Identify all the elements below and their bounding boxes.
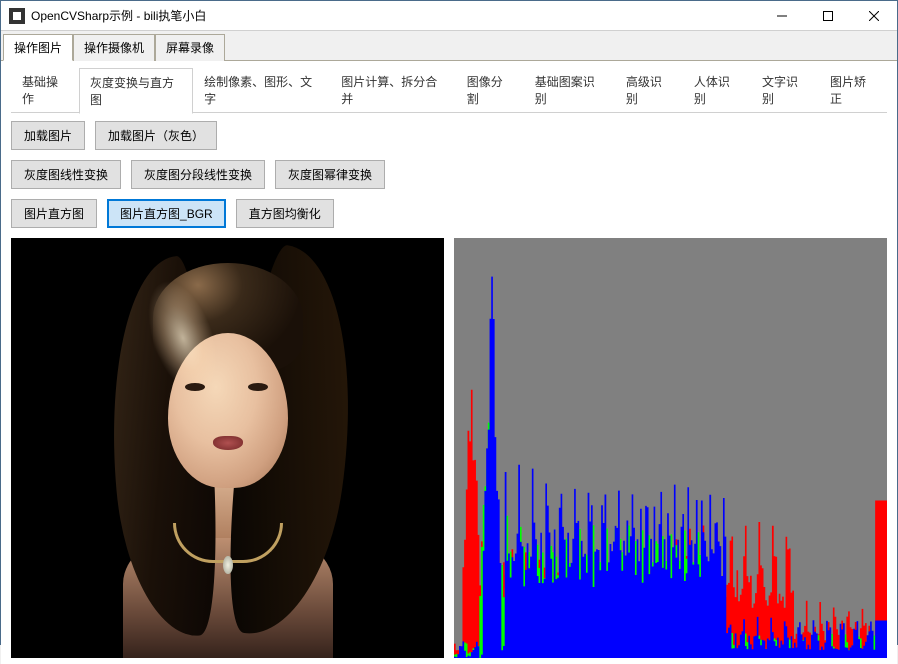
sub-tab-7[interactable]: 人体识别 xyxy=(683,67,751,112)
sub-tab-9[interactable]: 图片矫正 xyxy=(819,67,887,112)
sub-tab-6[interactable]: 高级识别 xyxy=(615,67,683,112)
button-row-3: 图片直方图图片直方图_BGR 直方图均衡化 xyxy=(11,199,887,228)
main-tab-1[interactable]: 操作摄像机 xyxy=(73,34,155,61)
histogram-bars xyxy=(454,277,887,658)
sub-tab-5[interactable]: 基础图案识别 xyxy=(524,67,615,112)
app-window: OpenCVSharp示例 - bili执笔小白 操作图片操作摄像机屏幕录像 基… xyxy=(0,0,898,645)
histogram-panel xyxy=(454,238,887,658)
row1-btn-1[interactable]: 加载图片（灰色） xyxy=(95,121,217,150)
button-row-2: 灰度图线性变换灰度图分段线性变换灰度图幂律变换 xyxy=(11,160,887,189)
sub-tab-8[interactable]: 文字识别 xyxy=(751,67,819,112)
image-display-area xyxy=(11,238,887,658)
maximize-button[interactable] xyxy=(805,1,851,31)
sub-tab-3[interactable]: 图片计算、拆分合并 xyxy=(330,67,456,112)
row2-btn-0[interactable]: 灰度图线性变换 xyxy=(11,160,121,189)
sub-tab-4[interactable]: 图像分割 xyxy=(456,67,524,112)
minimize-button[interactable] xyxy=(759,1,805,31)
row2-btn-2[interactable]: 灰度图幂律变换 xyxy=(275,160,385,189)
row3-btn-2[interactable]: 直方图均衡化 xyxy=(236,199,334,228)
close-button[interactable] xyxy=(851,1,897,31)
row3-btn-1[interactable]: 图片直方图_BGR xyxy=(107,199,226,228)
source-image-panel xyxy=(11,238,444,658)
sub-tab-0[interactable]: 基础操作 xyxy=(11,67,79,112)
app-icon xyxy=(9,8,25,24)
main-tab-0[interactable]: 操作图片 xyxy=(3,34,73,61)
row3-btn-0[interactable]: 图片直方图 xyxy=(11,199,97,228)
portrait-image xyxy=(83,238,373,658)
main-tab-bar: 操作图片操作摄像机屏幕录像 xyxy=(1,31,897,61)
content-area: 基础操作灰度变换与直方图绘制像素、图形、文字图片计算、拆分合并图像分割基础图案识… xyxy=(1,61,897,664)
window-title: OpenCVSharp示例 - bili执笔小白 xyxy=(31,7,759,24)
sub-tab-1[interactable]: 灰度变换与直方图 xyxy=(79,68,193,114)
titlebar: OpenCVSharp示例 - bili执笔小白 xyxy=(1,1,897,31)
window-controls xyxy=(759,1,897,31)
row1-btn-0[interactable]: 加载图片 xyxy=(11,121,85,150)
sub-tab-bar: 基础操作灰度变换与直方图绘制像素、图形、文字图片计算、拆分合并图像分割基础图案识… xyxy=(11,67,887,113)
sub-tab-2[interactable]: 绘制像素、图形、文字 xyxy=(193,67,330,112)
row2-btn-1[interactable]: 灰度图分段线性变换 xyxy=(131,160,265,189)
histogram-chart xyxy=(454,238,887,658)
main-tab-2[interactable]: 屏幕录像 xyxy=(155,34,225,61)
button-row-1: 加载图片加载图片（灰色） xyxy=(11,121,887,150)
